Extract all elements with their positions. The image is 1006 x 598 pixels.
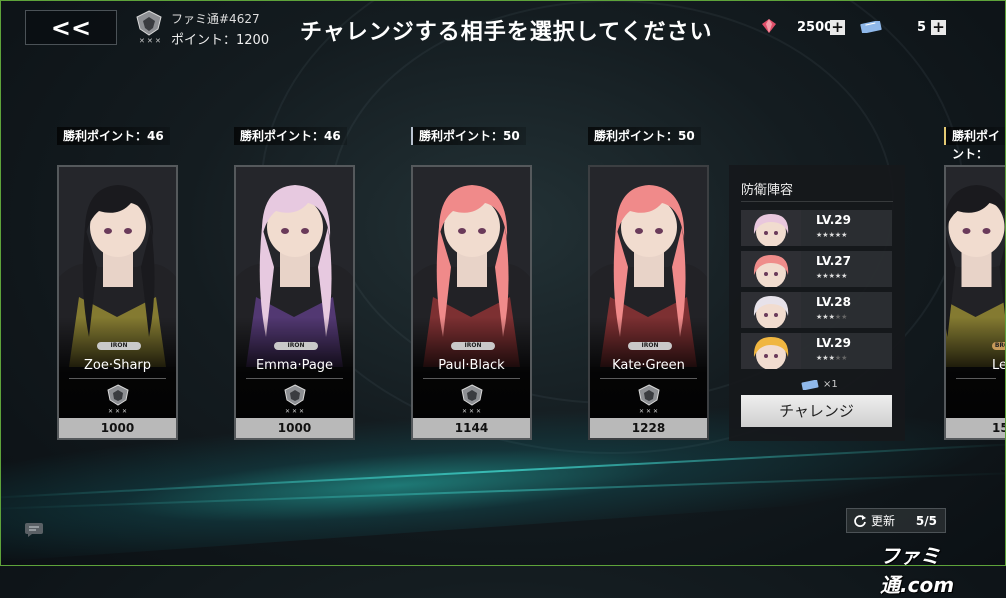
rank-emblem-icon: ✕ ✕ ✕ — [638, 384, 660, 414]
divider — [69, 378, 166, 379]
defense-lineup-panel: 防衛陣容 LV.29 ★★★★★ LV.27 ★★★★★ LV.28 ★★★★★ LV… — [729, 165, 905, 441]
gem-icon — [762, 19, 776, 33]
rank-badge: IRON — [97, 342, 141, 350]
opponent-card[interactable]: IRON Emma·Page ✕ ✕ ✕ 1000 — [234, 165, 355, 440]
defense-unit: LV.28 ★★★★★ — [741, 292, 892, 328]
divider — [246, 378, 343, 379]
opponent-card[interactable]: IRON Kate·Green ✕ ✕ ✕ 1228 — [588, 165, 709, 440]
divider — [423, 378, 520, 379]
refresh-count: 5/5 — [915, 513, 937, 528]
svg-text:✕: ✕ — [292, 408, 297, 414]
svg-text:✕: ✕ — [469, 408, 474, 414]
rank-badge: IRON — [628, 342, 672, 350]
opponent-score: 1228 — [590, 418, 707, 438]
svg-text:✕: ✕ — [299, 408, 304, 414]
gem-count: 2500 — [797, 20, 834, 35]
defense-unit: LV.29 ★★★★★ — [741, 210, 892, 246]
svg-text:✕: ✕ — [462, 408, 467, 414]
svg-text:✕: ✕ — [108, 408, 113, 414]
player-points: ポイント：1200 — [171, 33, 270, 48]
unit-level: LV.29 — [816, 213, 851, 227]
star-icon: ★ — [841, 354, 848, 362]
victory-points-label: 勝利ポイント：46 — [234, 127, 347, 145]
rank-emblem-icon: ✕ ✕ ✕ — [284, 384, 306, 414]
unit-portrait — [741, 333, 801, 369]
rank-badge: BRO — [992, 342, 1006, 350]
divider — [600, 378, 697, 379]
refresh-label: 更新 — [871, 514, 896, 528]
rank-emblem-icon: ✕ ✕ ✕ — [461, 384, 483, 414]
opponent-card[interactable]: IRON Zoe·Sharp ✕ ✕ ✕ 1000 — [57, 165, 178, 440]
opponent-name: Zoe·Sharp — [83, 358, 152, 373]
rank-badge: IRON — [451, 342, 495, 350]
ticket-icon — [860, 21, 882, 33]
svg-text:✕: ✕ — [139, 37, 145, 45]
unit-level: LV.27 — [816, 254, 851, 268]
victory-points-label: 勝利ポイント：50 — [411, 127, 526, 145]
star-icon: ★ — [841, 313, 848, 321]
opponent-name: Emma·Page — [255, 358, 334, 373]
unit-level: LV.28 — [816, 295, 851, 309]
opponent-score: 15 — [946, 418, 1006, 438]
challenge-cost: ×1 — [801, 379, 838, 390]
ticket-icon — [801, 379, 819, 390]
victory-points-label: 勝利ポイント：46 — [57, 127, 170, 145]
opponent-score: 1000 — [59, 418, 176, 438]
star-icon: ★ — [841, 231, 848, 239]
add-gems-button[interactable]: + — [830, 20, 845, 35]
svg-text:✕: ✕ — [646, 408, 651, 414]
defense-unit: LV.29 ★★★★★ — [741, 333, 892, 369]
opponent-score: 1144 — [413, 418, 530, 438]
page-title: チャレンジする相手を選択してください — [300, 20, 713, 45]
unit-portrait — [741, 251, 801, 287]
back-arrow-icon: << — [50, 13, 92, 42]
svg-text:✕: ✕ — [653, 408, 658, 414]
opponent-card[interactable]: IRON Paul·Black ✕ ✕ ✕ 1144 — [411, 165, 532, 440]
svg-text:✕: ✕ — [285, 408, 290, 414]
divider — [741, 201, 893, 202]
victory-points-label: 勝利ポイント： — [944, 127, 1006, 161]
svg-text:✕: ✕ — [476, 408, 481, 414]
refresh-icon — [854, 514, 866, 527]
add-tickets-button[interactable]: + — [931, 20, 946, 35]
unit-stars: ★★★★★ — [816, 313, 847, 321]
challenge-cost-value: ×1 — [823, 379, 838, 390]
divider — [956, 378, 996, 379]
opponent-score: 1000 — [236, 418, 353, 438]
player-name: ファミ通#4627 — [171, 12, 260, 26]
svg-text:✕: ✕ — [155, 37, 161, 45]
challenge-button[interactable]: チャレンジ — [741, 395, 892, 427]
refresh-button[interactable]: 更新 5/5 — [846, 508, 946, 533]
unit-level: LV.29 — [816, 336, 851, 350]
unit-stars: ★★★★★ — [816, 272, 847, 280]
svg-text:✕: ✕ — [147, 37, 153, 45]
opponent-card[interactable]: Le 15 BRO — [944, 165, 1006, 440]
svg-text:✕: ✕ — [115, 408, 120, 414]
defense-unit: LV.27 ★★★★★ — [741, 251, 892, 287]
chat-icon[interactable] — [24, 522, 44, 538]
opponent-name: Le — [992, 358, 1006, 373]
unit-stars: ★★★★★ — [816, 231, 847, 239]
rank-emblem-icon: ✕ ✕ ✕ — [136, 10, 162, 45]
victory-points-label: 勝利ポイント：50 — [588, 127, 701, 145]
defense-title: 防衛陣容 — [741, 183, 794, 198]
unit-portrait — [741, 292, 801, 328]
opponent-name: Kate·Green — [612, 358, 685, 373]
opponent-name: Paul·Black — [438, 358, 505, 373]
rank-badge: IRON — [274, 342, 318, 350]
unit-portrait — [741, 210, 801, 246]
watermark: ファミ通.com — [880, 544, 955, 597]
svg-text:✕: ✕ — [639, 408, 644, 414]
svg-text:✕: ✕ — [122, 408, 127, 414]
star-icon: ★ — [841, 272, 848, 280]
unit-stars: ★★★★★ — [816, 354, 847, 362]
rank-emblem-icon: ✕ ✕ ✕ — [107, 384, 129, 414]
back-button[interactable]: << — [25, 10, 117, 45]
ticket-count: 5 — [917, 20, 927, 35]
